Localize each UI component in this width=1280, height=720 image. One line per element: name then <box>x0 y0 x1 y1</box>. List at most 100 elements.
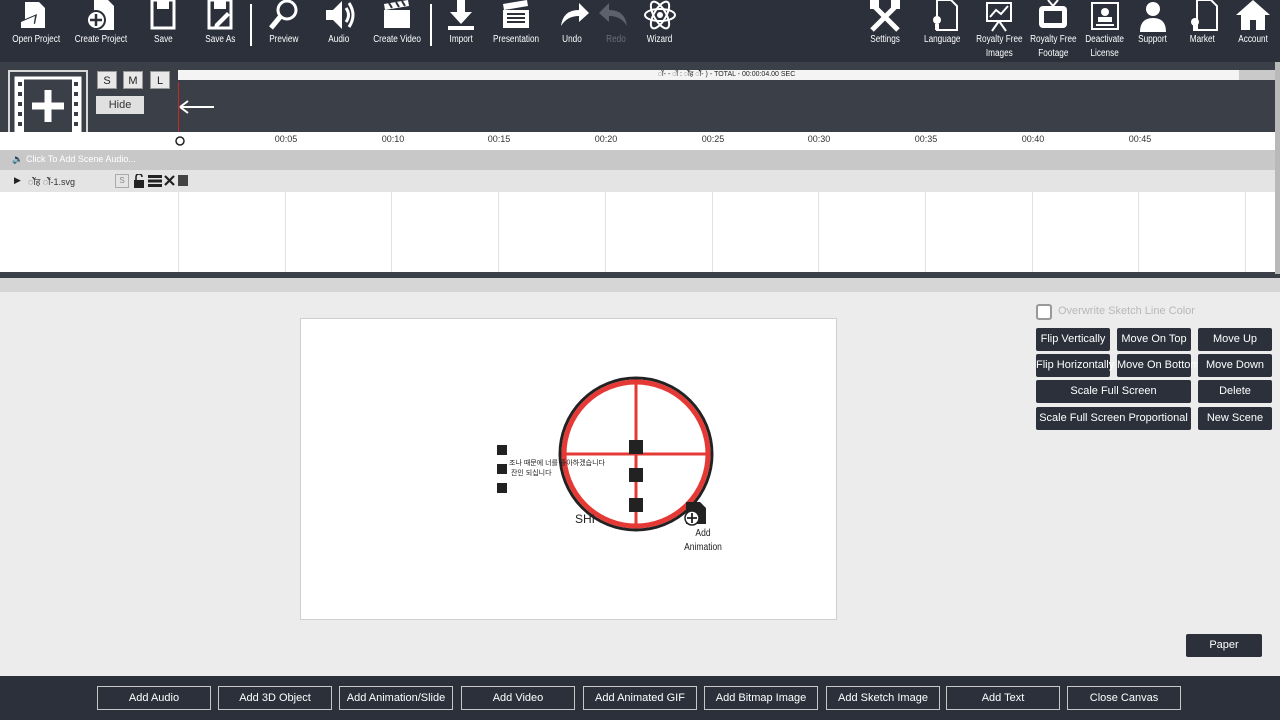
timeline-empty-area[interactable] <box>0 192 1275 272</box>
ruler-header <box>0 132 178 150</box>
add-text-button[interactable]: Add Text <box>946 686 1060 710</box>
account-button[interactable]: Account <box>1230 0 1276 62</box>
market-button[interactable]: Market <box>1180 0 1224 62</box>
close-icon[interactable] <box>164 175 175 186</box>
open-project-button[interactable]: Open Project <box>10 0 62 62</box>
move-down-button[interactable]: Move Down <box>1198 354 1272 377</box>
toolbar-divider <box>250 4 252 46</box>
scene-track-title: ॉ- - ॉ : ॉेह ॉे- ) - TOTAL - 00:00:04.00… <box>657 71 796 78</box>
save-as-icon <box>207 0 233 30</box>
grid-line <box>1245 192 1246 272</box>
deactivate-license-button[interactable]: Deactivate License <box>1080 0 1130 62</box>
flip-vertically-button[interactable]: Flip Vertically <box>1036 328 1110 351</box>
shi-text: SHI <box>575 512 596 526</box>
timeline-scrollbar[interactable] <box>1275 62 1280 274</box>
add-bitmap-image-button[interactable]: Add Bitmap Image <box>704 686 818 710</box>
overwrite-sketch-line-color-checkbox[interactable] <box>1036 304 1052 320</box>
grid-line <box>178 192 179 272</box>
language-button[interactable]: Language <box>918 0 966 62</box>
grid-line <box>925 192 926 272</box>
size-large-button[interactable]: L <box>150 71 170 89</box>
flip-horizontally-button[interactable]: Flip Horizontally <box>1036 354 1114 377</box>
left-arrow-icon[interactable] <box>178 98 216 116</box>
playhead-marker-icon[interactable] <box>175 136 185 146</box>
timeline-panel: S M L Hide ॉ- - ॉ : ॉेह ॉे- ) - TOTAL - … <box>0 62 1280 274</box>
scene-track-bar[interactable]: ॉ- - ॉ : ॉेह ॉे- ) - TOTAL - 00:00:04.00… <box>178 70 1275 80</box>
scene-audio-row[interactable]: 🔈 Click To Add Scene Audio... <box>0 150 1275 170</box>
download-icon <box>448 0 474 30</box>
atom-icon <box>644 0 676 30</box>
grid-line <box>1032 192 1033 272</box>
scene-canvas[interactable]: 조나 때문에 너를 좋아하겠습니다 잔인 되십니다 SHI Add Animat… <box>300 318 837 620</box>
create-project-button[interactable]: Create Project <box>72 0 130 62</box>
move-on-bottom-button[interactable]: Move On Bottom <box>1117 354 1200 377</box>
layers-icon[interactable] <box>148 175 162 187</box>
add-3d-object-button[interactable]: Add 3D Object <box>218 686 332 710</box>
wizard-button[interactable]: Wizard <box>638 0 682 62</box>
scene-audio-label: Click To Add Scene Audio... <box>26 154 136 164</box>
size-small-button[interactable]: S <box>97 71 117 89</box>
layer-size-badge[interactable]: S <box>115 174 129 188</box>
panel-splitter[interactable] <box>0 274 1280 292</box>
royalty-free-images-button[interactable]: Royalty Free Images <box>972 0 1026 62</box>
move-on-top-button[interactable]: Move On Top <box>1117 328 1191 351</box>
korean-text-layer[interactable]: 조나 때문에 너를 좋아하겠습니다 잔인 되십니다 <box>509 459 605 479</box>
unlock-icon[interactable] <box>133 174 145 188</box>
add-video-button[interactable]: Add Video <box>461 686 575 710</box>
create-video-button[interactable]: Create Video <box>370 0 424 62</box>
tv-icon <box>1039 0 1067 28</box>
undo-button[interactable]: Undo <box>550 0 594 62</box>
tick-label: 00:45 <box>1128 134 1152 144</box>
play-triangle-icon[interactable]: ▶ <box>14 175 21 186</box>
move-up-button[interactable]: Move Up <box>1198 328 1272 351</box>
add-sketch-image-button[interactable]: Add Sketch Image <box>826 686 940 710</box>
track-bar-end <box>1239 70 1275 80</box>
overwrite-sketch-line-color-row[interactable]: Overwrite Sketch Line Color <box>1036 304 1272 320</box>
speaker-small-icon: 🔈 <box>12 154 24 164</box>
import-button[interactable]: Import <box>440 0 482 62</box>
size-medium-button[interactable]: M <box>123 71 143 89</box>
tick-label: 00:25 <box>701 134 725 144</box>
add-animation-slide-button[interactable]: Add Animation/Slide <box>339 686 453 710</box>
tick-label: 00:40 <box>1021 134 1045 144</box>
scale-full-screen-button[interactable]: Scale Full Screen <box>1036 380 1191 403</box>
redo-icon <box>599 3 627 26</box>
paper-button[interactable]: Paper <box>1186 634 1262 657</box>
layer-color-swatch[interactable] <box>178 175 188 186</box>
toolbar-divider <box>430 4 432 46</box>
tick-label: 00:35 <box>914 134 938 144</box>
save-button[interactable]: Save <box>140 0 186 62</box>
time-ruler[interactable]: 00:05 00:10 00:15 00:20 00:25 00:30 00:3… <box>175 132 1275 150</box>
new-scene-button[interactable]: New Scene <box>1198 407 1272 430</box>
main-toolbar: Open Project Create Project Save Save As… <box>0 0 1280 62</box>
image-chart-icon <box>986 2 1012 32</box>
save-icon <box>150 0 176 30</box>
folder-open-icon <box>21 2 45 28</box>
settings-button[interactable]: Settings <box>862 0 908 62</box>
person-icon <box>1140 2 1166 32</box>
language-document-icon <box>933 0 958 31</box>
scale-full-screen-proportional-button[interactable]: Scale Full Screen Proportional <box>1036 407 1191 430</box>
grid-line <box>391 192 392 272</box>
presentation-button[interactable]: Presentation <box>490 0 542 62</box>
grid-line <box>818 192 819 272</box>
delete-button[interactable]: Delete <box>1198 380 1272 403</box>
add-scene-film-icon <box>14 76 82 136</box>
layer-row[interactable]: ▶ ॉेह ॉे-1.svg S <box>0 170 1275 192</box>
save-as-button[interactable]: Save As <box>196 0 244 62</box>
support-button[interactable]: Support <box>1132 0 1174 62</box>
hide-button[interactable]: Hide <box>96 96 144 114</box>
royalty-free-footage-button[interactable]: Royalty Free Footage <box>1026 0 1080 62</box>
redo-button[interactable]: Redo <box>594 0 638 62</box>
add-animated-gif-button[interactable]: Add Animated GIF <box>583 686 697 710</box>
tick-label: 00:20 <box>594 134 618 144</box>
close-canvas-button[interactable]: Close Canvas <box>1067 686 1181 710</box>
playhead-line <box>178 82 179 132</box>
grid-line <box>605 192 606 272</box>
cart-document-icon <box>1191 0 1218 31</box>
add-animation-label[interactable]: Add Animation <box>679 527 727 555</box>
audio-button[interactable]: Audio <box>316 0 362 62</box>
grid-line <box>1138 192 1139 272</box>
add-audio-button[interactable]: Add Audio <box>97 686 211 710</box>
preview-button[interactable]: Preview <box>262 0 306 62</box>
